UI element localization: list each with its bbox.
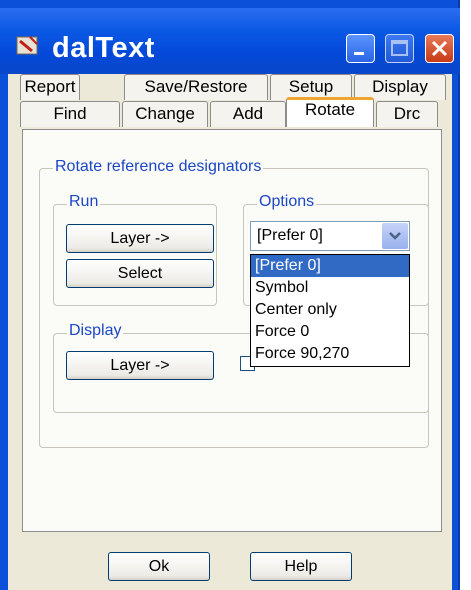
tab-drc[interactable]: Drc <box>376 101 438 127</box>
close-icon <box>431 40 448 57</box>
close-button[interactable] <box>425 34 454 63</box>
tab-save-restore[interactable]: Save/Restore <box>124 74 268 100</box>
option-force-90-270[interactable]: Force 90,270 <box>251 343 409 365</box>
chevron-down-icon <box>389 232 401 240</box>
help-button[interactable]: Help <box>250 552 352 581</box>
display-layer-button[interactable]: Layer -> <box>66 351 214 380</box>
option-prefer-0[interactable]: [Prefer 0] <box>251 255 409 277</box>
daltext-app-icon <box>16 36 38 55</box>
run-layer-button[interactable]: Layer -> <box>66 224 214 253</box>
title-bar[interactable]: dalText <box>0 8 460 74</box>
tab-change[interactable]: Change <box>122 101 208 127</box>
tab-rotate[interactable]: Rotate <box>286 97 374 127</box>
maximize-button[interactable] <box>385 34 414 63</box>
option-center-only[interactable]: Center only <box>251 299 409 321</box>
option-force-0[interactable]: Force 0 <box>251 321 409 343</box>
options-combobox[interactable]: [Prefer 0] <box>250 221 410 251</box>
window-title: dalText <box>52 32 155 64</box>
run-group <box>53 204 217 306</box>
minimize-icon <box>354 52 364 55</box>
options-group-label: Options <box>257 193 317 211</box>
dropdown-button[interactable] <box>382 223 408 249</box>
tab-find[interactable]: Find <box>20 101 120 127</box>
option-symbol[interactable]: Symbol <box>251 277 409 299</box>
ok-button[interactable]: Ok <box>108 552 210 581</box>
rotate-refdes-group-label: Rotate reference designators <box>53 158 264 176</box>
options-dropdown-list[interactable]: [Prefer 0] Symbol Center only Force 0 Fo… <box>250 254 410 367</box>
options-selected-value: [Prefer 0] <box>257 227 323 244</box>
tab-report[interactable]: Report <box>20 74 80 100</box>
minimize-button[interactable] <box>346 34 375 63</box>
display-group-label: Display <box>67 322 124 340</box>
tab-add[interactable]: Add <box>210 101 286 127</box>
select-button[interactable]: Select <box>66 259 214 288</box>
run-group-label: Run <box>67 193 101 211</box>
maximize-icon <box>391 40 408 56</box>
